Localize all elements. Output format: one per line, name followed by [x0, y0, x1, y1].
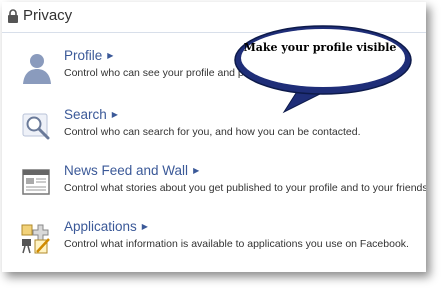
- magnifier-icon: [22, 113, 50, 140]
- arrow-right-icon: ▶: [141, 222, 148, 231]
- applications-description: Control what information is available to…: [64, 238, 409, 250]
- privacy-panel: Privacy Profile ▶ Control who can see you…: [2, 2, 426, 272]
- privacy-item-news-feed[interactable]: News Feed and Wall ▶ Control what stories…: [2, 162, 426, 202]
- news-feed-description: Control what stories about you get publi…: [64, 182, 426, 194]
- page-title: Privacy: [23, 7, 73, 24]
- arrow-right-icon: ▶: [111, 110, 118, 119]
- lock-icon: [8, 9, 18, 23]
- callout-text: Make your profile visible: [243, 41, 397, 54]
- arrow-right-icon: ▶: [193, 166, 200, 175]
- applications-link[interactable]: Applications ▶: [64, 218, 148, 236]
- search-link[interactable]: Search ▶: [64, 106, 118, 124]
- news-feed-icon: [22, 169, 50, 195]
- arrow-right-icon: ▶: [107, 51, 114, 60]
- search-description: Control who can search for you, and how …: [64, 126, 361, 138]
- privacy-item-applications[interactable]: Applications ▶ Control what information i…: [2, 218, 426, 258]
- applications-icon: [21, 224, 50, 254]
- news-feed-link[interactable]: News Feed and Wall ▶: [64, 162, 199, 180]
- person-silhouette-icon: [23, 54, 51, 84]
- speech-bubble-callout: [234, 25, 412, 114]
- profile-link[interactable]: Profile ▶: [64, 47, 113, 65]
